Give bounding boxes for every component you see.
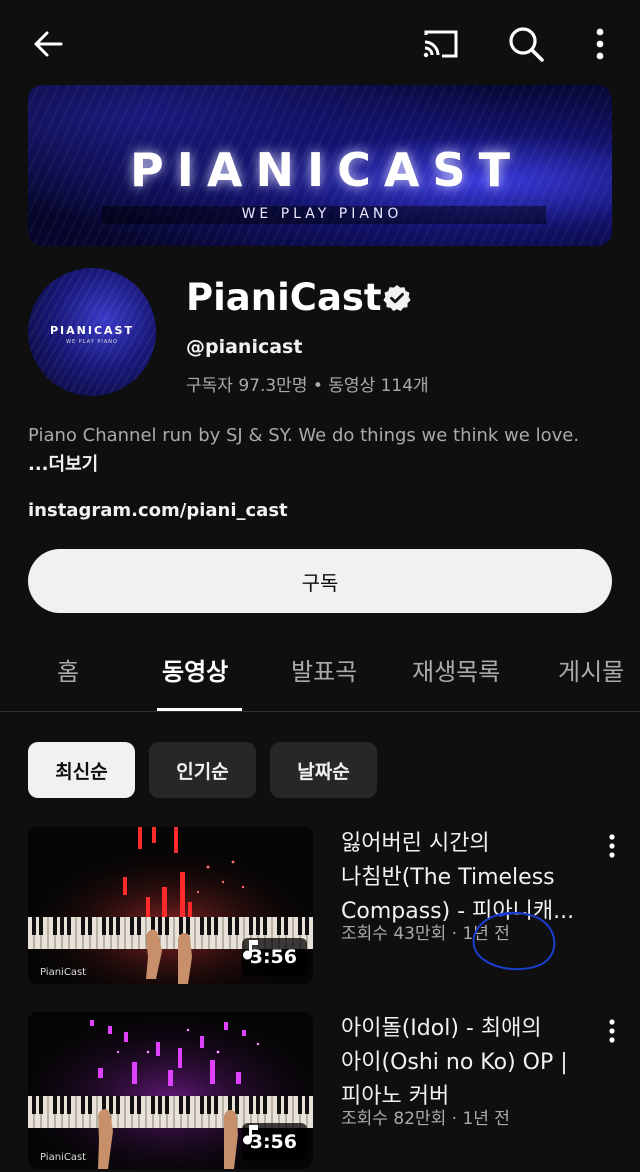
- more-link[interactable]: ...더보기: [28, 454, 98, 475]
- top-app-bar: [0, 0, 640, 86]
- avatar-title: PIANICAST: [50, 324, 134, 337]
- video-more-icon[interactable]: [600, 831, 624, 861]
- circle-annotation: [472, 911, 556, 971]
- video-title-line: 아이돌(Idol) - 최애의: [341, 1016, 542, 1041]
- verified-badge-icon: [382, 283, 412, 313]
- banner-tagline: WE PLAY PIANO: [241, 206, 403, 222]
- channel-stats: 구독자 97.3만명 • 동영상 114개: [186, 376, 429, 396]
- active-tab-indicator: [157, 708, 242, 711]
- tab-playlists[interactable]: 재생목록: [412, 652, 500, 687]
- chip-popular[interactable]: 인기순: [149, 742, 256, 798]
- channel-link[interactable]: instagram.com/piani_cast: [28, 500, 288, 521]
- banner-title: PIANICAST: [130, 143, 523, 197]
- video-item[interactable]: PianiCast 3:56 아이돌(Idol) - 최애의 아이(Oshi n…: [0, 1012, 640, 1172]
- music-note-icon: [242, 1125, 258, 1145]
- video-thumbnail[interactable]: PianiCast 3:56: [28, 827, 313, 984]
- channel-tabs: 홈 동영상 발표곡 재생목록 게시물: [0, 640, 640, 712]
- arrow-left-icon[interactable]: [27, 22, 71, 66]
- video-title[interactable]: 아이돌(Idol) - 최애의 아이(Oshi no Ko) OP | 피아노 …: [341, 1012, 591, 1114]
- chip-oldest[interactable]: 날짜순: [270, 742, 377, 798]
- video-title-line: 아이(Oshi no Ko) OP |: [341, 1050, 568, 1075]
- subscribe-button[interactable]: 구독: [28, 549, 612, 613]
- search-icon[interactable]: [504, 22, 548, 66]
- description-text: Piano Channel run by SJ & SY. We do thin…: [28, 425, 580, 446]
- music-note-icon: [242, 940, 258, 960]
- cast-icon[interactable]: [418, 22, 462, 66]
- video-watermark: PianiCast: [40, 1152, 87, 1163]
- video-meta: 조회수 82만회 · 1년 전: [341, 1109, 510, 1129]
- tab-posts[interactable]: 게시물: [558, 652, 624, 687]
- video-watermark: PianiCast: [40, 967, 87, 978]
- channel-avatar[interactable]: PIANICAST WE PLAY PIANO: [28, 268, 156, 396]
- channel-name: PianiCast: [186, 276, 382, 319]
- more-vertical-icon[interactable]: [578, 22, 622, 66]
- video-title-line: 나침반(The Timeless: [341, 865, 555, 890]
- video-thumbnail[interactable]: PianiCast 3:56: [28, 1012, 313, 1169]
- channel-banner: PIANICAST WE PLAY PIANO: [28, 85, 612, 246]
- channel-handle: @pianicast: [186, 336, 303, 358]
- video-duration-badge: 3:56: [241, 938, 307, 976]
- avatar-tagline: WE PLAY PIANO: [66, 339, 118, 345]
- chip-latest[interactable]: 최신순: [28, 742, 135, 798]
- tab-home[interactable]: 홈: [57, 652, 79, 687]
- video-duration-badge: 3:56: [241, 1123, 307, 1161]
- video-title-line: 잃어버린 시간의: [341, 831, 490, 856]
- tab-releases[interactable]: 발표곡: [291, 652, 357, 687]
- tab-videos[interactable]: 동영상: [162, 652, 228, 687]
- video-more-icon[interactable]: [600, 1016, 624, 1046]
- channel-description[interactable]: Piano Channel run by SJ & SY. We do thin…: [28, 421, 588, 479]
